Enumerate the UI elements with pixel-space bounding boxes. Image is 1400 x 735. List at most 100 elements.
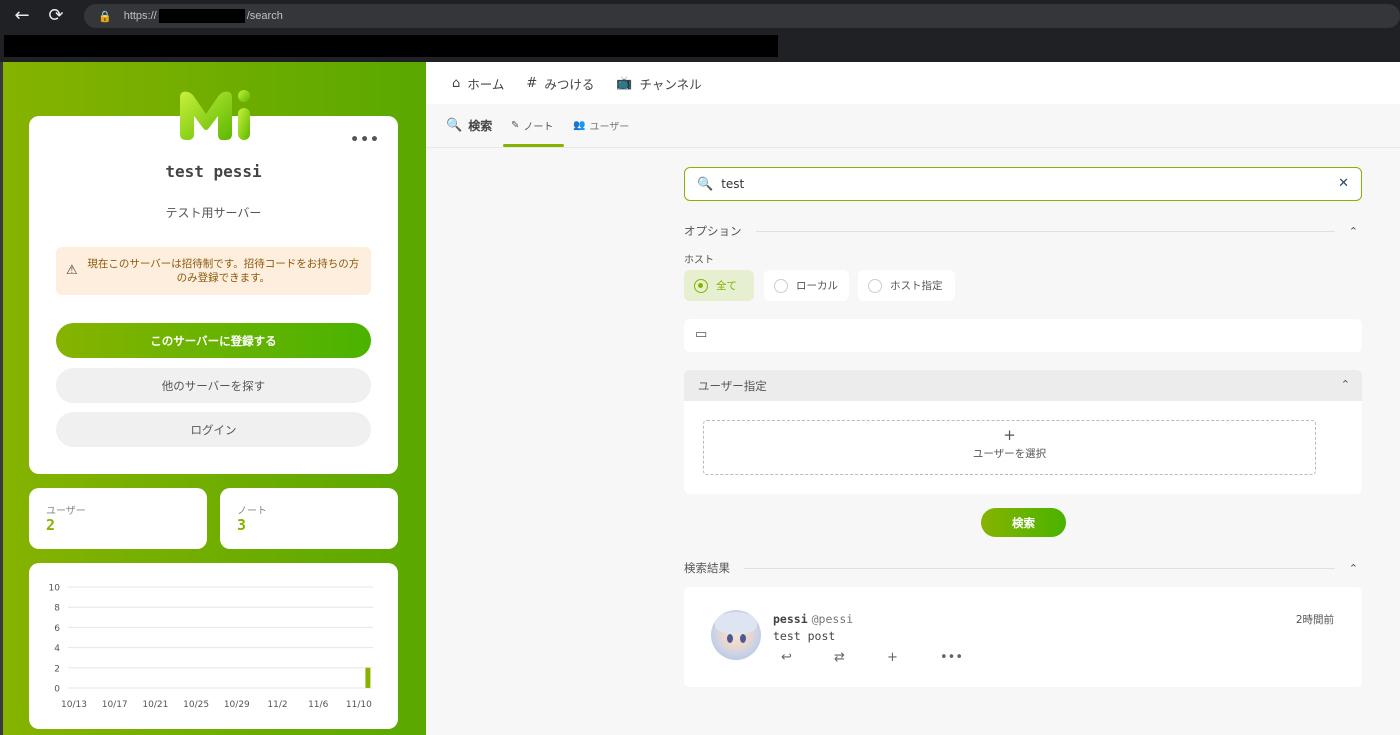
- search-field[interactable]: 🔍 ✕: [684, 167, 1362, 201]
- chart-x-tick-label: 10/17: [102, 700, 128, 710]
- nav-home[interactable]: ⌂ ホーム: [452, 74, 504, 93]
- instance-description: テスト用サーバー: [165, 206, 262, 220]
- tab-users[interactable]: 👥 ユーザー: [573, 118, 629, 133]
- chevron-up-icon[interactable]: ⌃: [1349, 562, 1358, 575]
- avatar-hair: [715, 612, 757, 634]
- note-author[interactable]: pessi @pessi: [773, 612, 853, 626]
- lock-icon: 🔒: [98, 9, 112, 23]
- host-radio-all-label: 全て: [716, 280, 737, 292]
- warning-icon: ⚠: [66, 263, 78, 278]
- chart-y-tick-label: 0: [54, 685, 60, 695]
- radio-dot: [774, 278, 788, 293]
- search-icon: 🔍: [697, 176, 714, 192]
- url-text: https:///search: [123, 9, 283, 23]
- reload-icon[interactable]: ⟳: [44, 4, 68, 28]
- nav-channels-label: チャンネル: [639, 76, 702, 92]
- note-text: test post: [773, 629, 836, 643]
- instance-panel: ••• test pessi テスト用サーバー ⚠ 現在このサーバーは招待制です…: [0, 62, 426, 735]
- more-icon[interactable]: •••: [940, 650, 993, 665]
- chevron-up-icon[interactable]: ⌃: [1349, 225, 1358, 238]
- warning-text: 現在このサーバーは招待制です。招待コードをお持ちの方のみ登録できます。: [87, 258, 360, 284]
- tab-users-label: ユーザー: [589, 122, 630, 133]
- nav-explore[interactable]: # みつける: [526, 74, 594, 93]
- search-tabbar: 🔍 検索 ✎ ノート 👥 ユーザー: [426, 104, 1400, 147]
- notes-stat-value: 3: [237, 516, 247, 534]
- nav-home-label: ホーム: [467, 76, 505, 92]
- chart-x-tick-label: 11/6: [308, 700, 328, 710]
- tab-notes[interactable]: ✎ ノート: [511, 118, 553, 133]
- users-stat-value: 2: [46, 516, 56, 534]
- note-author-handle: @pessi: [811, 612, 854, 626]
- host-radio-all[interactable]: 全て: [684, 270, 754, 301]
- redacted-bookmarks: [4, 35, 778, 57]
- address-bar[interactable]: 🔒 https:///search: [84, 4, 1400, 28]
- divider: [744, 567, 1335, 569]
- top-navigation: ⌂ ホーム # みつける 📺 チャンネル: [426, 62, 1400, 104]
- invite-only-notice: ⚠ 現在このサーバーは招待制です。招待コードをお持ちの方のみ登録できます。: [56, 247, 371, 295]
- avatar[interactable]: [711, 610, 761, 660]
- folder-option[interactable]: ▭: [684, 319, 1362, 352]
- server-icon: ▭: [695, 327, 708, 342]
- note-time[interactable]: 2時間前: [1296, 612, 1334, 627]
- user-spec-header[interactable]: ユーザー指定 ⌃: [684, 370, 1362, 401]
- nav-channels[interactable]: 📺 チャンネル: [616, 74, 701, 93]
- host-radio-specify[interactable]: ホスト指定: [858, 270, 955, 301]
- note-result[interactable]: pessi @pessi 2時間前 test post ↩ ⇄ + •••: [684, 587, 1362, 687]
- search-icon: 🔍: [446, 118, 463, 133]
- explore-servers-button[interactable]: 他のサーバーを探す: [56, 368, 371, 403]
- note-author-name: pessi: [773, 612, 808, 626]
- host-label: ホスト: [684, 255, 714, 266]
- host-radio-local[interactable]: ローカル: [764, 270, 849, 301]
- radio-dot: [694, 278, 708, 293]
- instance-info-card: ••• test pessi テスト用サーバー ⚠ 現在このサーバーは招待制です…: [29, 116, 398, 474]
- chart-x-tick-label: 10/13: [61, 700, 87, 710]
- chart-x-tick-label: 10/25: [183, 700, 209, 710]
- users-stat-label: ユーザー: [46, 506, 86, 517]
- select-user-button[interactable]: + ユーザーを選択: [703, 420, 1316, 475]
- users-stat-card: ユーザー 2: [29, 488, 207, 549]
- login-button[interactable]: ログイン: [56, 412, 371, 447]
- users-icon: 👥: [573, 120, 586, 131]
- chart-y-tick-label: 2: [54, 664, 60, 674]
- nav-explore-label: みつける: [544, 76, 595, 92]
- page-title-label: 検索: [468, 119, 493, 133]
- chart-x-tick-label: 10/29: [224, 700, 250, 710]
- user-spec-label: ユーザー指定: [698, 378, 767, 393]
- host-radio-local-label: ローカル: [796, 280, 838, 292]
- bookmarks-bar: [0, 32, 1400, 62]
- misskey-logo-icon: [180, 90, 250, 140]
- search-input[interactable]: [721, 177, 1322, 191]
- options-label: オプション: [684, 224, 742, 238]
- chart-y-tick-label: 8: [54, 604, 60, 614]
- radio-dot: [868, 278, 882, 293]
- plus-icon: +: [1003, 426, 1016, 444]
- user-spec-section: ユーザー指定 ⌃ + ユーザーを選択: [684, 370, 1362, 494]
- options-section-header[interactable]: オプション ⌃: [684, 223, 1362, 239]
- avatar-eye: [740, 634, 746, 643]
- tv-icon: 📺: [616, 75, 633, 91]
- chart-y-tick-label: 10: [49, 584, 61, 594]
- tab-notes-label: ノート: [523, 122, 554, 133]
- more-icon[interactable]: •••: [350, 132, 380, 148]
- reply-icon[interactable]: ↩: [781, 650, 834, 665]
- search-button[interactable]: 検索: [981, 508, 1066, 537]
- renote-icon[interactable]: ⇄: [834, 650, 887, 665]
- avatar-eye: [727, 634, 733, 643]
- react-icon[interactable]: +: [887, 650, 940, 665]
- chart-x-tick-label: 11/2: [267, 700, 287, 710]
- notes-stat-card: ノート 3: [220, 488, 398, 549]
- chart-x-tick-label: 11/10: [346, 700, 372, 710]
- hashtag-icon: #: [526, 75, 538, 91]
- register-button[interactable]: このサーバーに登録する: [56, 323, 371, 358]
- results-label: 検索結果: [684, 561, 730, 575]
- back-icon[interactable]: ←: [10, 4, 34, 28]
- notes-stat-label: ノート: [237, 506, 267, 517]
- chart-x-tick-label: 10/21: [142, 700, 168, 710]
- clear-icon[interactable]: ✕: [1338, 176, 1349, 191]
- results-section-header[interactable]: 検索結果 ⌃: [684, 560, 1362, 576]
- select-user-label: ユーザーを選択: [972, 448, 1047, 460]
- home-icon: ⌂: [452, 75, 461, 91]
- chart-y-tick-label: 6: [54, 624, 60, 634]
- activity-chart-card: 0 2 4 6 8 10 10/13 10/17 10/21 10/25 10/29 11/2 11/6…: [29, 563, 398, 729]
- instance-name: test pessi: [165, 162, 262, 181]
